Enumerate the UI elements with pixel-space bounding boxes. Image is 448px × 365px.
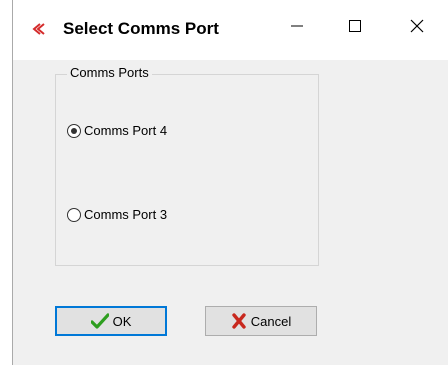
- chevron-logo-icon: [31, 22, 45, 36]
- close-button[interactable]: [405, 16, 429, 40]
- radio-selected-icon[interactable]: [67, 123, 81, 138]
- minimize-button[interactable]: [285, 16, 309, 40]
- ok-button[interactable]: OK: [55, 306, 167, 336]
- radio-comms-port-4[interactable]: Comms Port 4: [67, 123, 167, 138]
- minimize-icon: [290, 19, 304, 38]
- window-title: Select Comms Port: [63, 19, 219, 38]
- maximize-button[interactable]: [343, 16, 367, 40]
- ok-button-label: OK: [112, 313, 132, 329]
- comms-ports-legend: Comms Ports: [67, 65, 152, 80]
- dialog-window: Select Comms Port Comms Ports Comms Port…: [12, 0, 448, 365]
- checkmark-icon: [90, 313, 109, 329]
- radio-unselected-icon[interactable]: [67, 207, 81, 222]
- cancel-button[interactable]: Cancel: [205, 306, 317, 336]
- maximize-icon: [348, 19, 362, 38]
- radio-comms-port-3[interactable]: Comms Port 3: [67, 207, 167, 222]
- radio-label: Comms Port 4: [84, 123, 168, 138]
- radio-label: Comms Port 3: [84, 207, 168, 222]
- comms-ports-groupbox: [55, 74, 319, 266]
- close-icon: [409, 18, 425, 39]
- cancel-button-label: Cancel: [250, 313, 292, 329]
- title-bar[interactable]: Select Comms Port: [13, 0, 448, 60]
- x-icon: [231, 313, 247, 329]
